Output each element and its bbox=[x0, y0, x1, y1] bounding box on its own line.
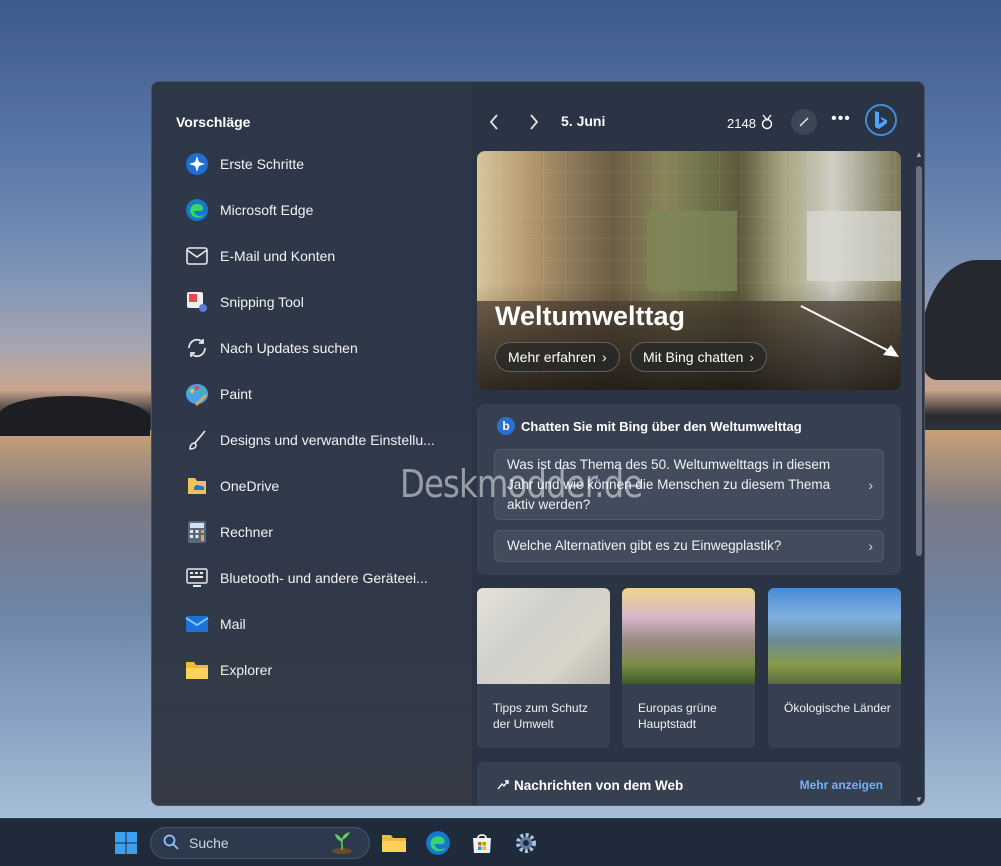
rewards-points[interactable]: 2148 bbox=[727, 114, 774, 133]
chat-card-header: b Chatten Sie mit Bing über den Weltumwe… bbox=[497, 417, 802, 435]
sidebar-item-designs[interactable]: Designs und verwandte Einstellu... bbox=[184, 424, 464, 456]
calculator-icon bbox=[184, 519, 210, 545]
bing-chat-icon: b bbox=[497, 417, 515, 435]
file-explorer-icon[interactable] bbox=[379, 828, 409, 858]
sidebar-item-paint[interactable]: Paint bbox=[184, 378, 464, 410]
chevron-right-icon: › bbox=[749, 349, 755, 365]
suggestions-sidebar: Vorschläge Erste Schritte Microsoft Edge… bbox=[152, 82, 472, 805]
sidebar-item-erste-schritte[interactable]: Erste Schritte bbox=[184, 148, 464, 180]
onedrive-folder-icon bbox=[184, 473, 210, 499]
update-refresh-icon bbox=[184, 335, 210, 361]
forward-chevron-icon[interactable] bbox=[522, 110, 546, 134]
chevron-right-icon: › bbox=[601, 349, 607, 365]
start-windows-icon[interactable] bbox=[111, 828, 141, 858]
chevron-right-icon: › bbox=[868, 476, 873, 493]
tile-caption: Europas grüne Hauptstadt bbox=[638, 701, 717, 731]
feed-scrollbar[interactable]: ▲ ▼ bbox=[914, 150, 924, 805]
learn-more-button[interactable]: Mehr erfahren › bbox=[495, 342, 620, 372]
scrollbar-thumb[interactable] bbox=[916, 166, 922, 556]
story-tile[interactable]: Europas grüne Hauptstadt bbox=[622, 588, 755, 748]
sidebar-item-label: Snipping Tool bbox=[220, 294, 304, 310]
tile-image bbox=[622, 588, 755, 684]
plant-sprout-icon bbox=[329, 830, 355, 857]
sidebar-item-label: Bluetooth- und andere Geräteei... bbox=[220, 570, 428, 586]
more-options-icon[interactable]: ••• bbox=[828, 110, 854, 134]
hero-image-region bbox=[647, 211, 737, 291]
edge-icon[interactable] bbox=[423, 828, 453, 858]
sidebar-item-label: Explorer bbox=[220, 662, 273, 678]
bing-sidebar-panel: Vorschläge Erste Schritte Microsoft Edge… bbox=[151, 81, 925, 806]
sidebar-item-updates[interactable]: Nach Updates suchen bbox=[184, 332, 464, 364]
feed-area: 5. Juni 2148 ••• Weltumwelttag Mehr erfa… bbox=[472, 82, 924, 805]
sidebar-item-label: Rechner bbox=[220, 524, 273, 540]
question-text: Welche Alternativen gibt es zu Einwegpla… bbox=[507, 538, 782, 553]
hills-right bbox=[921, 260, 1001, 380]
taskbar: Suche bbox=[0, 818, 1001, 866]
story-tile[interactable]: Ökologische Länder bbox=[768, 588, 901, 748]
tile-caption: Ökologische Länder bbox=[784, 701, 891, 715]
sidebar-item-email-konten[interactable]: E-Mail und Konten bbox=[184, 240, 464, 272]
chat-with-bing-button[interactable]: Mit Bing chatten › bbox=[630, 342, 768, 372]
news-card: Nachrichten von dem Web Mehr anzeigen bbox=[477, 762, 901, 805]
trending-arrow-icon bbox=[497, 778, 509, 793]
show-more-link[interactable]: Mehr anzeigen bbox=[800, 778, 883, 792]
taskbar-search[interactable]: Suche bbox=[150, 827, 370, 859]
date-label: 5. Juni bbox=[561, 113, 606, 129]
rewards-medal-icon bbox=[760, 114, 774, 133]
settings-gear-icon[interactable] bbox=[511, 828, 541, 858]
sidebar-item-label: E-Mail und Konten bbox=[220, 248, 336, 264]
search-icon bbox=[163, 834, 179, 853]
sidebar-item-rechner[interactable]: Rechner bbox=[184, 516, 464, 548]
sidebar-item-label: Paint bbox=[220, 386, 252, 402]
tile-caption: Tipps zum Schutz der Umwelt bbox=[493, 701, 588, 731]
annotation-arrow bbox=[800, 305, 899, 357]
tile-image bbox=[477, 588, 610, 684]
chat-card-title: Chatten Sie mit Bing über den Weltumwelt… bbox=[521, 418, 802, 434]
tile-image bbox=[768, 588, 901, 684]
sidebar-item-label: Microsoft Edge bbox=[220, 202, 314, 218]
sidebar-item-explorer[interactable]: Explorer bbox=[184, 654, 464, 686]
devices-icon bbox=[184, 565, 210, 591]
news-header: Nachrichten von dem Web bbox=[497, 778, 683, 793]
scroll-up-icon[interactable]: ▲ bbox=[914, 150, 924, 160]
paint-palette-icon bbox=[184, 381, 210, 407]
store-icon[interactable] bbox=[467, 828, 497, 858]
sidebar-item-label: Mail bbox=[220, 616, 246, 632]
sidebar-item-bluetooth[interactable]: Bluetooth- und andere Geräteei... bbox=[184, 562, 464, 594]
story-tile[interactable]: Tipps zum Schutz der Umwelt bbox=[477, 588, 610, 748]
bing-logo-icon[interactable] bbox=[865, 104, 897, 136]
file-explorer-icon bbox=[184, 657, 210, 683]
edge-icon bbox=[184, 197, 210, 223]
sidebar-item-label: Designs und verwandte Einstellu... bbox=[220, 432, 435, 448]
sidebar-item-label: OneDrive bbox=[220, 478, 280, 494]
sidebar-item-snipping-tool[interactable]: Snipping Tool bbox=[184, 286, 464, 318]
personalize-pen-icon[interactable] bbox=[791, 109, 817, 135]
sidebar-title: Vorschläge bbox=[176, 114, 251, 130]
get-started-icon bbox=[184, 151, 210, 177]
chat-question-2[interactable]: Welche Alternativen gibt es zu Einwegpla… bbox=[494, 530, 884, 562]
chat-with-bing-label: Mit Bing chatten bbox=[643, 349, 744, 365]
hero-image-region bbox=[807, 211, 901, 281]
points-value: 2148 bbox=[727, 116, 756, 131]
search-placeholder: Suche bbox=[189, 835, 229, 851]
scroll-down-icon[interactable]: ▼ bbox=[914, 795, 924, 805]
learn-more-label: Mehr erfahren bbox=[508, 349, 596, 365]
feed-toolbar: 5. Juni 2148 ••• bbox=[472, 102, 924, 142]
sidebar-item-label: Erste Schritte bbox=[220, 156, 305, 172]
sidebar-item-edge[interactable]: Microsoft Edge bbox=[184, 194, 464, 226]
snipping-tool-icon bbox=[184, 289, 210, 315]
chevron-right-icon: › bbox=[868, 538, 873, 554]
watermark: Deskmodder.de bbox=[400, 462, 643, 506]
news-title: Nachrichten von dem Web bbox=[514, 778, 684, 793]
hero-title: Weltumwelttag bbox=[495, 301, 686, 331]
brush-icon bbox=[184, 427, 210, 453]
sidebar-item-mail[interactable]: Mail bbox=[184, 608, 464, 640]
mail-envelope-icon bbox=[184, 243, 210, 269]
hills-left bbox=[0, 396, 150, 436]
back-chevron-icon[interactable] bbox=[482, 110, 506, 134]
mail-app-icon bbox=[184, 611, 210, 637]
sidebar-item-label: Nach Updates suchen bbox=[220, 340, 358, 356]
